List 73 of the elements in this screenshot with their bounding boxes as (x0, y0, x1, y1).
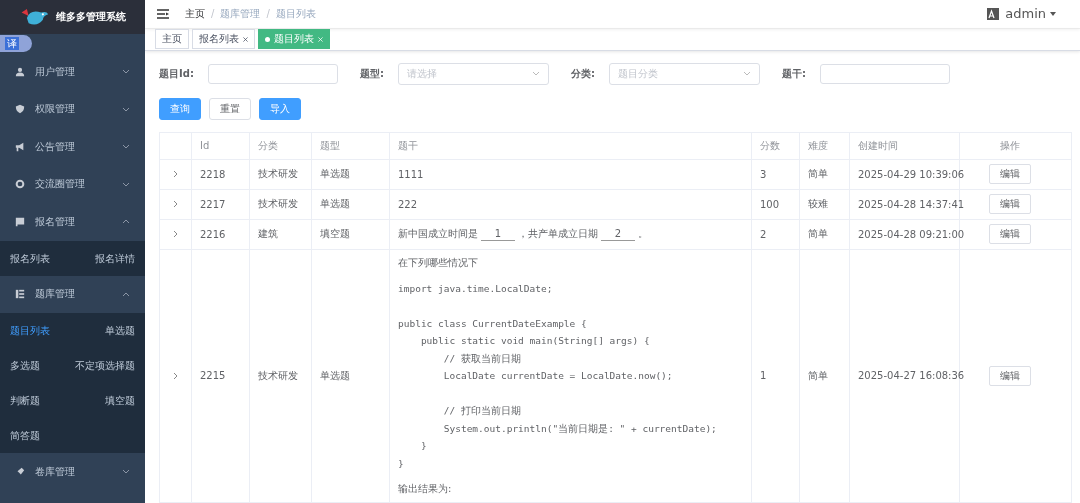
breadcrumb-item: 题目列表 (275, 6, 316, 21)
column-header: 难度 (800, 132, 850, 159)
submenu-item[interactable]: 判断题 (10, 383, 50, 418)
column-header: 分类 (250, 132, 312, 159)
table-cell: 单选题 (312, 189, 390, 219)
edit-button[interactable]: 编辑 (989, 194, 1031, 214)
translate-tooltip[interactable]: 译 (0, 35, 32, 52)
column-header: 分数 (752, 132, 800, 159)
column-header: Id (192, 132, 250, 159)
breadcrumb-item: 题库管理 (220, 6, 261, 21)
column-header: 操作 (999, 138, 1021, 153)
table-cell: 较难 (800, 189, 850, 219)
filter-label: 题目Id: (159, 66, 194, 81)
column-header: 题干 (390, 132, 752, 159)
breadcrumb-item[interactable]: 主页 (185, 6, 205, 21)
action-button[interactable]: 重置 (209, 97, 251, 120)
stem-text: 新中国成立时间是 (398, 227, 478, 241)
table-cell: 2217 (192, 189, 250, 219)
filter-label: 题型: (359, 66, 384, 81)
column-header: 题型 (312, 132, 390, 159)
tag-tab[interactable]: 报名列表 (192, 29, 255, 50)
table-cell: 2 (752, 219, 800, 249)
table-cell: 100 (752, 189, 800, 219)
sidebar-menu-item[interactable]: 公告管理 (0, 128, 145, 166)
sidebar-menu-item[interactable]: 权限管理 (0, 90, 145, 128)
code-text: import java.time.LocalDate; public class CurrentDateExample { public static void main(String[] args) { // 获取当前日期 LocalDate currentDate = LocalDate.now(); // 打印当前日期 System.out.println("当前日期是: " + currentDate); } } (398, 281, 718, 471)
table-cell: 技术研发 (250, 159, 312, 189)
edit-button[interactable]: 编辑 (989, 365, 1031, 386)
brand-title: 维多多管理系统 (56, 10, 126, 24)
sidebar-menu-item[interactable]: 报名管理 (0, 203, 145, 241)
table-cell: 技术研发 (250, 189, 312, 219)
edit-button[interactable]: 编辑 (989, 224, 1031, 244)
stem-paragraph: 输出结果为: (398, 482, 453, 496)
table-cell: 填空题 (312, 219, 390, 249)
fill-in-line: 2 (601, 227, 635, 241)
table-cell: 建筑 (250, 219, 312, 249)
stem-text: ，共产单成立日期 (518, 227, 598, 241)
stem-paragraph: 在下列哪些情况下 (398, 255, 479, 270)
submenu-item[interactable]: 填空题 (58, 383, 135, 418)
table-cell: 简单 (800, 219, 850, 249)
submenu-item[interactable]: 单选题 (58, 313, 135, 348)
sidebar-menu-item[interactable]: 用户管理 (0, 53, 145, 91)
user-menu[interactable]: admin (1005, 6, 1046, 22)
submenu-item[interactable]: 不定项选择题 (58, 348, 135, 383)
submenu-item[interactable]: 报名详情 (58, 240, 135, 276)
table-cell: 1 (752, 249, 800, 502)
edit-button[interactable]: 编辑 (989, 164, 1031, 184)
fill-in-line: 1 (481, 227, 515, 241)
tag-tab[interactable]: 主页 (155, 29, 189, 50)
sidebar-menu-item[interactable]: 交流圈管理 (0, 165, 145, 203)
table-cell: 单选题 (312, 249, 390, 502)
table-cell: 简单 (800, 159, 850, 189)
filter-label: 分类: (570, 66, 595, 81)
submenu-item[interactable]: 多选题 (10, 348, 50, 383)
breadcrumb-separator: / (266, 8, 270, 20)
submenu-item[interactable]: 简答题 (10, 418, 50, 453)
table-cell: 技术研发 (250, 249, 312, 502)
breadcrumb-separator: / (211, 8, 215, 20)
table-cell: 2215 (192, 249, 250, 502)
submenu-item[interactable]: 报名列表 (10, 240, 50, 276)
stem-text: 222 (398, 198, 418, 210)
filter-label: 题干: (781, 66, 806, 81)
submenu-item[interactable]: 题目列表 (10, 313, 50, 348)
column-header: 创建时间 (850, 132, 960, 159)
stem-text: 1111 (398, 168, 424, 180)
table-cell: 2218 (192, 159, 250, 189)
table-cell: 简单 (800, 249, 850, 502)
sidebar-menu-item[interactable]: 题库管理 (0, 275, 145, 313)
table-cell: 2216 (192, 219, 250, 249)
table-cell: 3 (752, 159, 800, 189)
stem-text: 。 (638, 227, 648, 241)
table-cell: 单选题 (312, 159, 390, 189)
sidebar-menu-item[interactable]: 卷库管理 (0, 453, 145, 491)
